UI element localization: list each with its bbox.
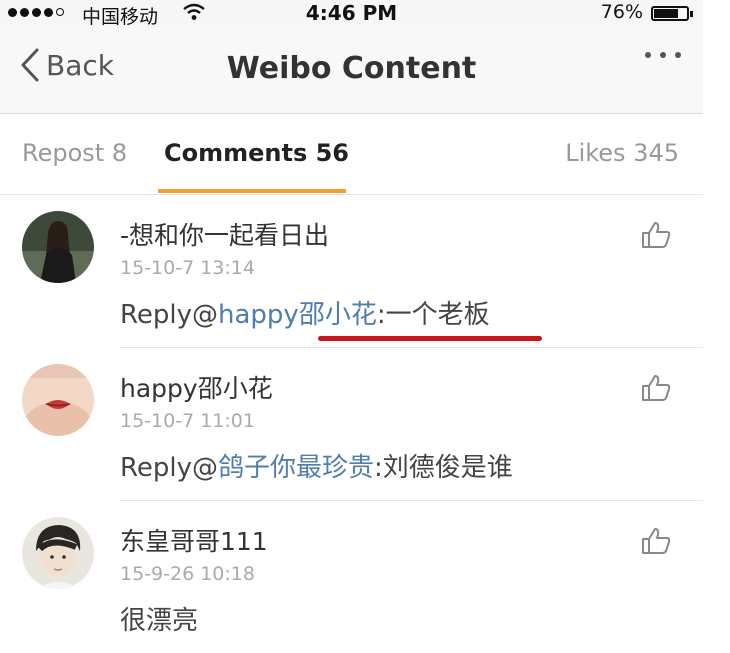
reply-prefix: Reply@ <box>120 453 219 483</box>
comment-item: -想和你一起看日出 15-10-7 13:14 Reply@happy邵小花:一… <box>0 195 703 348</box>
avatar[interactable] <box>22 211 94 283</box>
comment-username[interactable]: 东皇哥哥111 <box>120 522 268 558</box>
comment-username[interactable]: -想和你一起看日出 <box>120 216 329 252</box>
battery-icon <box>651 6 693 21</box>
mention-link[interactable]: 鸽子你最珍贵 <box>218 453 374 483</box>
page-title: Weibo Content <box>226 51 477 86</box>
comment-body: :一个老板 <box>376 300 490 330</box>
thumbs-up-icon[interactable] <box>641 374 671 406</box>
tab-comments[interactable]: Comments 56 <box>164 139 349 167</box>
avatar[interactable] <box>22 364 94 436</box>
thumbs-up-icon[interactable] <box>641 221 671 253</box>
comment-timestamp: 15-10-7 13:14 <box>120 257 255 279</box>
comment-body: 很漂亮 <box>120 606 199 636</box>
comment-text: Reply@鸽子你最珍贵:刘德俊是谁 <box>120 447 513 484</box>
battery-percentage: 76% <box>600 1 643 23</box>
more-options-icon[interactable] <box>645 52 681 58</box>
status-time: 4:46 PM <box>305 1 398 25</box>
tab-likes[interactable]: Likes 345 <box>565 139 679 167</box>
comment-body: :刘德俊是谁 <box>374 453 513 483</box>
avatar[interactable] <box>22 517 94 589</box>
comment-text: Reply@happy邵小花:一个老板 <box>120 294 490 331</box>
tab-repost[interactable]: Repost 8 <box>22 139 127 167</box>
screenshot-margin <box>703 0 730 653</box>
comment-item: happy邵小花 15-10-7 11:01 Reply@鸽子你最珍贵:刘德俊是… <box>0 348 703 501</box>
navigation-bar: Back Weibo Content <box>0 26 703 114</box>
comment-username[interactable]: happy邵小花 <box>120 369 273 405</box>
comment-text: 很漂亮 <box>120 600 198 637</box>
highlight-underline <box>318 336 542 341</box>
content-tabs: Repost 8 Comments 56 Likes 345 <box>0 114 703 195</box>
comment-list: -想和你一起看日出 15-10-7 13:14 Reply@happy邵小花:一… <box>0 195 703 653</box>
thumbs-up-icon[interactable] <box>641 527 671 559</box>
comment-timestamp: 15-10-7 11:01 <box>120 410 255 432</box>
comment-timestamp: 15-9-26 10:18 <box>120 563 255 585</box>
status-bar: 中国移动 4:46 PM 76% <box>0 0 703 28</box>
active-tab-indicator <box>158 189 346 193</box>
weibo-phone-screen: 中国移动 4:46 PM 76% Back Weibo Content Repo… <box>0 0 703 653</box>
reply-prefix: Reply@ <box>120 300 219 330</box>
mention-link[interactable]: happy邵小花 <box>218 300 377 330</box>
comment-item: 东皇哥哥111 15-9-26 10:18 很漂亮 <box>0 501 703 653</box>
